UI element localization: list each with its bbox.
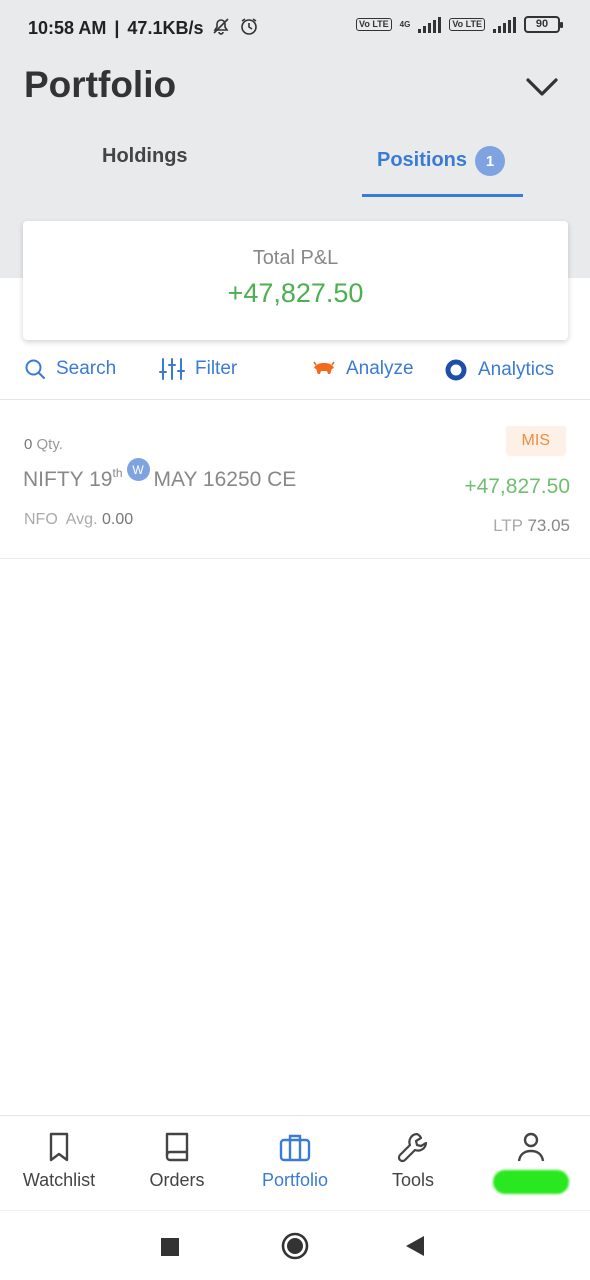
nav-portfolio[interactable]: Portfolio bbox=[236, 1130, 354, 1191]
page-title: Portfolio bbox=[24, 64, 177, 105]
analyze-button[interactable]: Analyze bbox=[312, 358, 414, 380]
filter-label: Filter bbox=[195, 358, 238, 379]
filter-sliders-icon bbox=[159, 358, 185, 380]
user-icon bbox=[517, 1132, 545, 1162]
mute-notifications-icon bbox=[211, 16, 231, 41]
network-type: 4G bbox=[399, 20, 411, 29]
instrument-name: NIFTY 19th W MAY 16250 CE bbox=[23, 458, 297, 492]
total-pnl-label: Total P&L bbox=[252, 247, 339, 269]
filter-button[interactable]: Filter bbox=[159, 358, 237, 380]
volte-icon: Vo LTE bbox=[355, 18, 392, 31]
total-pnl-value: +47,827.50 bbox=[227, 278, 364, 308]
nav-watchlist-label: Watchlist bbox=[22, 1170, 96, 1190]
position-qty: 0 Qty. bbox=[24, 436, 63, 453]
back-icon[interactable] bbox=[404, 1235, 426, 1262]
redacted-profile-label bbox=[493, 1170, 569, 1194]
avg-label: Avg. bbox=[65, 511, 98, 528]
analyze-label: Analyze bbox=[346, 358, 414, 379]
nav-portfolio-label: Portfolio bbox=[261, 1170, 329, 1190]
tab-holdings[interactable]: Holdings bbox=[102, 145, 188, 168]
wrench-icon bbox=[397, 1132, 428, 1163]
nav-watchlist[interactable]: Watchlist bbox=[0, 1130, 118, 1191]
position-exchange-avg: NFO Avg. 0.00 bbox=[24, 511, 133, 529]
positions-toolbar: Search Filter Analyze Analytics bbox=[0, 350, 590, 400]
status-separator: | bbox=[114, 18, 120, 38]
position-row[interactable]: 0 Qty. MIS NIFTY 19th W MAY 16250 CE +47,8… bbox=[0, 401, 590, 559]
status-bar: 10:58 AM | 47.1KB/s Vo LTE 4G Vo LTE 90 bbox=[0, 0, 590, 56]
system-navigation-bar bbox=[0, 1210, 590, 1280]
bookmark-icon bbox=[49, 1132, 69, 1162]
signal-icon bbox=[418, 16, 442, 33]
total-pnl-card: Total P&L +47,827.50 bbox=[23, 221, 568, 340]
ltp-label: LTP bbox=[493, 516, 523, 535]
status-right: Vo LTE 4G Vo LTE 90 bbox=[355, 16, 563, 33]
book-icon bbox=[165, 1132, 189, 1162]
position-qty-unit: Qty. bbox=[36, 436, 63, 453]
nav-orders[interactable]: Orders bbox=[118, 1130, 236, 1191]
signal-icon-2 bbox=[493, 16, 516, 33]
product-type-badge: MIS bbox=[505, 426, 566, 456]
exchange-label: NFO bbox=[24, 511, 58, 528]
analytics-label: Analytics bbox=[478, 359, 555, 380]
recent-apps-icon[interactable] bbox=[160, 1237, 180, 1262]
position-qty-value: 0 bbox=[24, 436, 33, 453]
volte-icon-2: Vo LTE bbox=[449, 18, 485, 31]
briefcase-icon bbox=[279, 1134, 311, 1162]
status-time: 10:58 AM bbox=[28, 18, 107, 38]
home-icon[interactable] bbox=[280, 1231, 310, 1266]
nav-tools[interactable]: Tools bbox=[354, 1130, 472, 1191]
positions-count-badge: 1 bbox=[475, 146, 506, 176]
battery-icon: 90 bbox=[524, 16, 563, 33]
tab-positions[interactable]: Positions 1 bbox=[377, 145, 506, 176]
status-net-speed: 47.1KB/s bbox=[127, 18, 204, 38]
bottom-navigation: Watchlist Orders Portfolio Tools bbox=[0, 1115, 590, 1210]
analytics-button[interactable]: Analytics bbox=[444, 358, 554, 382]
active-tab-indicator bbox=[362, 194, 523, 197]
search-label: Search bbox=[56, 358, 117, 379]
search-icon bbox=[25, 359, 45, 379]
instrument-contract: MAY 16250 CE bbox=[153, 468, 297, 491]
ltp-value: 73.05 bbox=[527, 516, 570, 535]
instrument-symbol: NIFTY 19 bbox=[23, 468, 113, 491]
bull-icon bbox=[313, 361, 335, 374]
weekly-expiry-badge: W bbox=[126, 458, 150, 481]
status-left: 10:58 AM | 47.1KB/s bbox=[28, 16, 259, 41]
position-ltp: LTP 73.05 bbox=[493, 516, 570, 536]
nav-orders-label: Orders bbox=[149, 1170, 205, 1190]
analytics-ring-icon bbox=[445, 359, 467, 381]
search-button[interactable]: Search bbox=[24, 358, 116, 380]
instrument-day-suffix: th bbox=[112, 466, 123, 480]
position-pnl: +47,827.50 bbox=[464, 475, 570, 498]
tab-positions-label: Positions bbox=[377, 149, 468, 171]
nav-tools-label: Tools bbox=[391, 1170, 435, 1190]
avg-value: 0.00 bbox=[101, 511, 134, 528]
nav-profile[interactable] bbox=[472, 1130, 590, 1194]
chevron-down-icon[interactable] bbox=[522, 68, 562, 108]
alarm-icon bbox=[239, 16, 259, 41]
